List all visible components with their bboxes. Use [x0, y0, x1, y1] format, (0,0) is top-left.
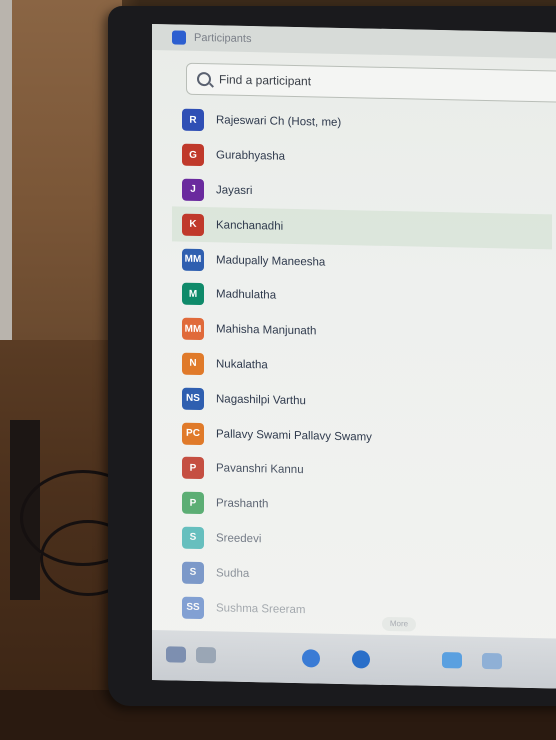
- participant-avatar: N: [182, 352, 204, 376]
- search-input[interactable]: [217, 71, 521, 94]
- participant-name: Madupally Maneesha: [216, 253, 326, 269]
- participant-name: Sreedevi: [216, 532, 262, 546]
- participant-name: Nukalatha: [216, 358, 268, 372]
- app-logo-icon: [172, 30, 186, 45]
- participant-avatar: P: [182, 491, 204, 515]
- participant-avatar: SS: [182, 596, 204, 619]
- participant-avatar: K: [182, 213, 204, 236]
- search-icon: [197, 71, 211, 87]
- participant-avatar: S: [182, 561, 204, 584]
- browser-icon[interactable]: [302, 649, 320, 668]
- window-title: Participants: [194, 31, 252, 46]
- participant-name: Nagashilpi Varthu: [216, 393, 306, 407]
- participant-avatar: PC: [182, 422, 204, 445]
- taskbar: More: [152, 616, 556, 689]
- participant-name: Jayasri: [216, 184, 253, 198]
- participant-name: Sushma Sreeram: [216, 601, 306, 616]
- participant-avatar: P: [182, 456, 204, 480]
- participant-name: Madhulatha: [216, 288, 277, 302]
- participant-avatar: R: [182, 109, 204, 132]
- search-taskbar-icon[interactable]: [196, 646, 216, 664]
- participant-name: Sudha: [216, 567, 250, 580]
- search-box[interactable]: [186, 62, 556, 103]
- participant-avatar: NS: [182, 387, 204, 410]
- zoom-app-icon[interactable]: [442, 652, 462, 669]
- edge-icon[interactable]: [352, 650, 370, 669]
- participant-name: Gurabhyasha: [216, 149, 286, 163]
- participant-name: Prashanth: [216, 497, 269, 511]
- participant-avatar: S: [182, 526, 204, 550]
- app-icon[interactable]: [482, 652, 502, 670]
- participant-row[interactable]: SS Sushma Sreeram: [182, 590, 552, 633]
- start-icon[interactable]: [166, 646, 186, 663]
- participant-avatar: MM: [182, 248, 204, 271]
- participant-name: Mahisha Manjunath: [216, 323, 317, 338]
- participant-name: Rajeswari Ch (Host, me): [216, 114, 342, 130]
- participant-name: Pavanshri Kannu: [216, 462, 304, 477]
- more-button[interactable]: More: [382, 616, 416, 632]
- participant-name: Pallavy Swami Pallavy Swamy: [216, 427, 372, 444]
- participants-window: Participants R Rajeswari Ch (Host, me) G Gu…: [152, 24, 556, 689]
- participant-avatar: J: [182, 178, 204, 202]
- wood-cabinet: [12, 0, 122, 340]
- participant-name: Kanchanadhi: [216, 219, 284, 233]
- participant-avatar: M: [182, 283, 204, 306]
- participant-avatar: MM: [182, 317, 204, 341]
- participant-list: R Rajeswari Ch (Host, me) G Gurabhyasha J Jay…: [172, 103, 552, 633]
- participant-avatar: G: [182, 143, 204, 167]
